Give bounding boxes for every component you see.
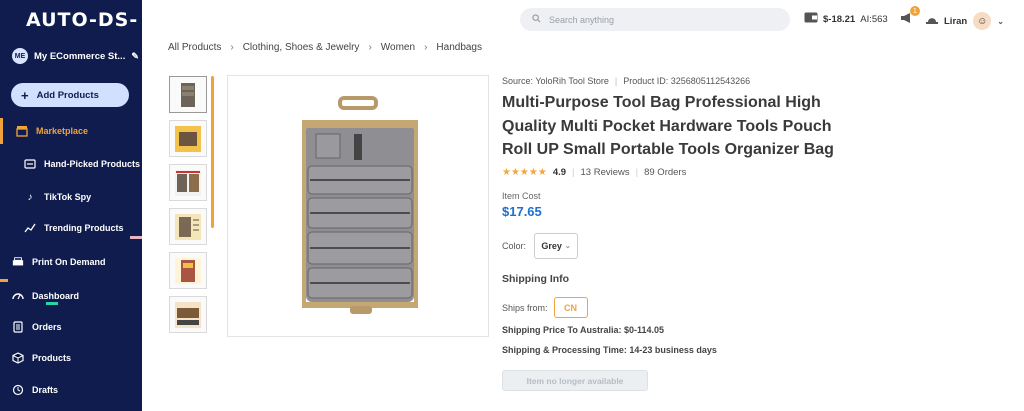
chevron-right-icon: › <box>424 42 428 53</box>
breadcrumb-item[interactable]: Women <box>381 42 415 53</box>
wallet-balance[interactable]: $-18.21 AI:563 <box>804 12 888 26</box>
color-row: Color: Grey ⌄ <box>502 233 579 259</box>
tool-bag-illustration <box>302 96 418 314</box>
ships-from-option[interactable]: CN <box>553 297 588 318</box>
divider-accent <box>0 279 8 282</box>
thumbnail[interactable] <box>169 164 207 201</box>
breadcrumb-item[interactable]: All Products <box>168 42 221 53</box>
order-count: 89 Orders <box>644 167 687 178</box>
product-title: Multi-Purpose Tool Bag Professional High… <box>502 94 834 158</box>
thumbnail[interactable] <box>169 76 207 113</box>
sidebar-item-label: TikTok Spy <box>44 192 92 202</box>
hat-icon <box>926 14 938 28</box>
color-value: Grey <box>541 241 562 251</box>
sidebar-item-trending[interactable]: Trending Products <box>24 222 124 234</box>
item-unavailable-button[interactable]: Item no longer available <box>502 370 648 391</box>
sidebar-item-label: Orders <box>32 322 62 332</box>
sidebar: AUTO-DS- ME My ECommerce St... ✎ + Add P… <box>0 0 142 411</box>
star-rating-icon: ★★★★★ <box>502 167 547 178</box>
thumbnail[interactable] <box>169 208 207 245</box>
product-image <box>227 75 489 337</box>
notification-badge: 1 <box>910 6 920 16</box>
chevron-down-icon: ⌄ <box>997 16 1004 26</box>
product-id: Product ID: 3256805112543266 <box>623 76 751 86</box>
add-products-label: Add Products <box>36 89 99 101</box>
breadcrumb-item[interactable]: Handbags <box>436 42 482 53</box>
pencil-icon[interactable]: ✎ <box>131 51 139 62</box>
search-icon <box>532 14 541 25</box>
color-select[interactable]: Grey ⌄ <box>534 233 579 259</box>
sidebar-item-hand-picked[interactable]: Hand-Picked Products <box>24 158 140 170</box>
item-price: $17.65 <box>502 204 542 219</box>
thumbnail[interactable] <box>169 296 207 333</box>
box-icon <box>12 352 24 364</box>
ai-credits: AI:563 <box>860 13 888 25</box>
drafts-icon <box>12 384 24 396</box>
gauge-icon <box>12 290 24 302</box>
search-input[interactable]: Search anything <box>520 8 790 31</box>
chevron-right-icon: › <box>230 42 234 53</box>
divider-accent <box>130 236 142 239</box>
sidebar-item-label: Trending Products <box>44 223 124 233</box>
balance-value: $-18.21 <box>823 13 856 25</box>
shipping-time: Shipping & Processing Time: 14-23 busine… <box>502 345 717 355</box>
rating-divider: | <box>572 167 575 178</box>
sidebar-item-products[interactable]: Products <box>12 352 71 364</box>
breadcrumb: All Products › Clothing, Shoes & Jewelry… <box>168 42 482 53</box>
user-menu[interactable]: Liran ☺ ⌄ <box>926 12 1004 30</box>
hand-icon <box>24 158 36 170</box>
printer-icon <box>12 256 24 268</box>
sidebar-item-print-on-demand[interactable]: Print On Demand <box>12 256 106 268</box>
user-avatar: ☺ <box>973 12 992 30</box>
trend-icon <box>24 222 36 234</box>
chevron-right-icon: › <box>368 42 372 53</box>
thumbnail-strip <box>169 76 209 340</box>
tiktok-icon: ♪ <box>27 191 33 203</box>
thumbnail-scrollbar[interactable] <box>211 76 214 228</box>
source-store[interactable]: Source: YoloRih Tool Store <box>502 76 609 86</box>
item-cost-label: Item Cost <box>502 191 541 201</box>
rating-value: 4.9 <box>552 167 567 178</box>
shipping-price: Shipping Price To Australia: $0-114.05 <box>502 325 665 335</box>
ships-from-label: Ships from: <box>502 302 548 313</box>
autods-logo[interactable]: AUTO-DS- <box>26 9 138 31</box>
sidebar-item-label: Products <box>32 353 72 363</box>
sidebar-item-dashboard[interactable]: Dashboard <box>12 290 79 302</box>
sidebar-item-drafts[interactable]: Drafts <box>12 384 58 396</box>
search-placeholder: Search anything <box>549 14 615 25</box>
store-avatar: ME <box>12 48 28 64</box>
store-icon <box>16 125 28 137</box>
sidebar-item-tiktok-spy[interactable]: ♪ TikTok Spy <box>24 191 92 203</box>
chevron-down-icon: ⌄ <box>564 243 571 250</box>
ships-from-row: Ships from: CN <box>502 297 588 318</box>
thumbnail[interactable] <box>169 120 207 157</box>
store-name: My ECommerce St... <box>34 50 126 62</box>
divider-accent <box>46 302 58 305</box>
sidebar-item-label: Print On Demand <box>32 257 106 267</box>
user-name: Liran <box>944 15 968 27</box>
shipping-heading: Shipping Info <box>502 273 570 285</box>
sidebar-item-label: Marketplace <box>36 126 89 136</box>
breadcrumb-item[interactable]: Clothing, Shoes & Jewelry <box>243 42 360 53</box>
sidebar-item-orders[interactable]: Orders <box>12 321 62 333</box>
meta-divider: | <box>614 76 618 86</box>
thumbnail[interactable] <box>169 252 207 289</box>
product-rating: ★★★★★ 4.9 | 13 Reviews | 89 Orders <box>502 167 686 178</box>
sidebar-item-marketplace[interactable]: Marketplace <box>16 125 88 137</box>
sidebar-item-label: Drafts <box>32 385 59 395</box>
store-selector[interactable]: ME My ECommerce St... ✎ <box>12 48 139 64</box>
plus-icon: + <box>21 87 29 103</box>
wallet-icon <box>804 12 818 26</box>
review-count: 13 Reviews <box>580 167 630 178</box>
product-meta: Source: YoloRih Tool Store | Product ID:… <box>502 76 750 86</box>
sidebar-item-label: Hand-Picked Products <box>44 159 141 169</box>
add-products-button[interactable]: + Add Products <box>11 83 129 107</box>
rating-divider: | <box>635 167 639 178</box>
sidebar-item-label: Dashboard <box>32 291 80 301</box>
clipboard-icon <box>12 321 24 333</box>
color-label: Color: <box>502 241 527 251</box>
active-indicator <box>0 118 3 144</box>
